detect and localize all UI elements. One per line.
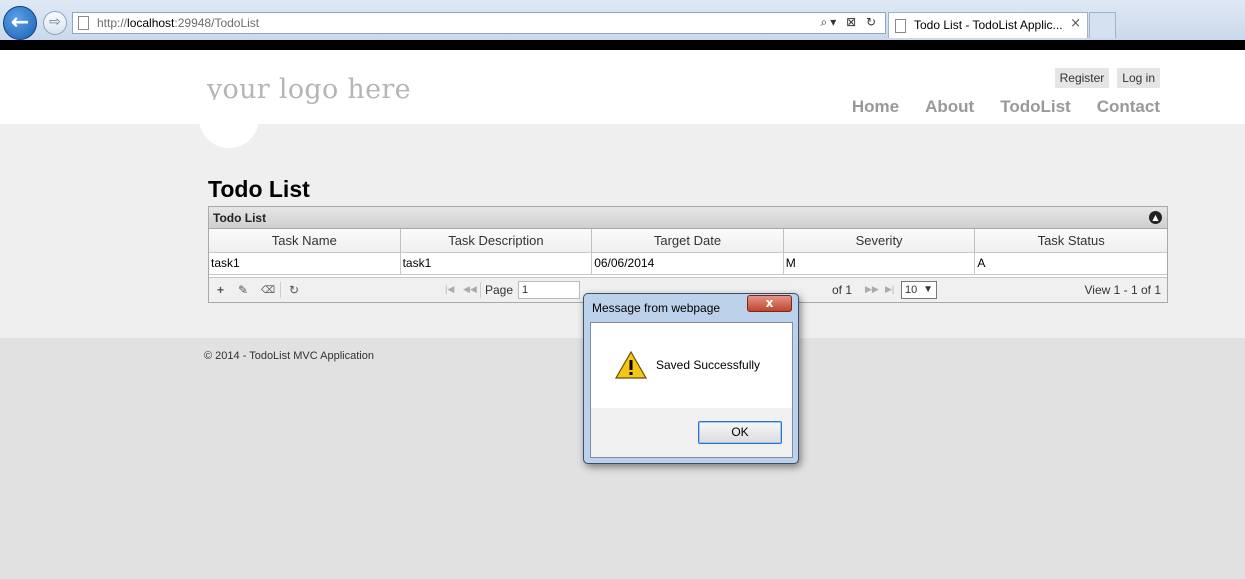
column-header-severity[interactable]: Severity (783, 229, 976, 252)
address-bar[interactable]: http://localhost:29948/TodoList ⌕▾ ⊠ ↻ (72, 12, 886, 34)
url-text[interactable]: http://localhost:29948/TodoList (97, 16, 259, 30)
register-link[interactable]: Register (1054, 68, 1110, 88)
column-header-target-date[interactable]: Target Date (592, 229, 784, 252)
pager-page-label: Page (485, 283, 514, 297)
refresh-icon[interactable]: ↻ (289, 283, 299, 297)
collapse-icon[interactable]: ▲ (1149, 211, 1162, 224)
dialog-title: Message from webpage (592, 301, 721, 315)
forward-arrow-icon[interactable]: ⇨ (43, 11, 67, 35)
nav-contact[interactable]: Contact (1097, 97, 1160, 117)
alert-dialog: Message from webpage x Saved Successfull… (583, 293, 799, 464)
pager-separator (480, 282, 481, 298)
tab-close-icon[interactable]: × (1070, 16, 1081, 31)
back-arrow-icon[interactable]: ← (3, 6, 37, 40)
cell-target-date[interactable]: 06/06/2014 (592, 252, 784, 275)
browser-toolbar: ← ⇨ http://localhost:29948/TodoList ⌕▾ ⊠… (0, 0, 1245, 40)
nav-home[interactable]: Home (852, 97, 899, 117)
first-page-icon[interactable]: |◀ (445, 284, 454, 295)
dialog-message: Saved Successfully (656, 358, 761, 372)
table-row[interactable]: task1 task1 06/06/2014 M A (209, 252, 1167, 275)
grid-header: Task Name Task Description Target Date S… (209, 229, 1167, 252)
cell-severity[interactable]: M (783, 252, 976, 275)
page-size-select[interactable]: 10 ▼ (901, 281, 937, 299)
dialog-close-button[interactable]: x (747, 295, 792, 312)
main-nav: Home About TodoList Contact (852, 97, 1160, 117)
toolbar-divider (0, 40, 1245, 50)
dialog-body: Saved Successfully OK (590, 322, 793, 458)
page-number-input[interactable]: 1 (518, 281, 580, 299)
page-title: Todo List (208, 176, 310, 202)
cell-task-name[interactable]: task1 (209, 252, 401, 275)
delete-icon[interactable]: ⌫ (261, 285, 275, 296)
next-page-icon[interactable]: ▶▶ (865, 284, 879, 295)
toolbar-separator (280, 282, 281, 298)
add-icon[interactable]: + (217, 283, 224, 297)
column-header-task-status[interactable]: Task Status (975, 229, 1167, 252)
footer-copyright: © 2014 - TodoList MVC Application (204, 350, 374, 362)
edit-icon[interactable]: ✎ (238, 283, 248, 297)
grid-caption-text: Todo List (213, 211, 267, 225)
new-tab-button[interactable] (1089, 12, 1116, 38)
nav-about[interactable]: About (925, 97, 974, 117)
page-icon (78, 16, 89, 30)
tab-title: Todo List - TodoList Applic... (914, 18, 1063, 32)
cell-task-description[interactable]: task1 (400, 252, 593, 275)
grid-caption: Todo List ▲ (209, 207, 1167, 229)
dialog-footer: OK (591, 408, 792, 457)
todo-grid: Todo List ▲ Task Name Task Description T… (208, 206, 1168, 303)
last-page-icon[interactable]: ▶| (885, 284, 894, 295)
login-links: Register Log in (1054, 68, 1160, 88)
prev-page-icon[interactable]: ◀◀ (463, 284, 477, 295)
column-header-task-name[interactable]: Task Name (209, 229, 401, 252)
tab-page-icon (895, 19, 906, 33)
browser-tab-active[interactable]: Todo List - TodoList Applic... × (888, 12, 1088, 38)
address-tools-icons[interactable]: ⌕▾ ⊠ ↻ (821, 15, 879, 30)
warning-icon (615, 351, 647, 379)
chevron-down-icon: ▼ (923, 284, 933, 295)
site-header: your logo here Register Log in Home Abou… (0, 50, 1245, 124)
column-header-task-description[interactable]: Task Description (400, 229, 593, 252)
pager-view-summary: View 1 - 1 of 1 (1084, 283, 1162, 297)
ok-button[interactable]: OK (698, 421, 782, 444)
nav-todolist[interactable]: TodoList (1000, 97, 1071, 117)
cell-task-status[interactable]: A (975, 252, 1167, 275)
login-link[interactable]: Log in (1117, 68, 1160, 88)
pager-of-label: of 1 (832, 283, 853, 297)
